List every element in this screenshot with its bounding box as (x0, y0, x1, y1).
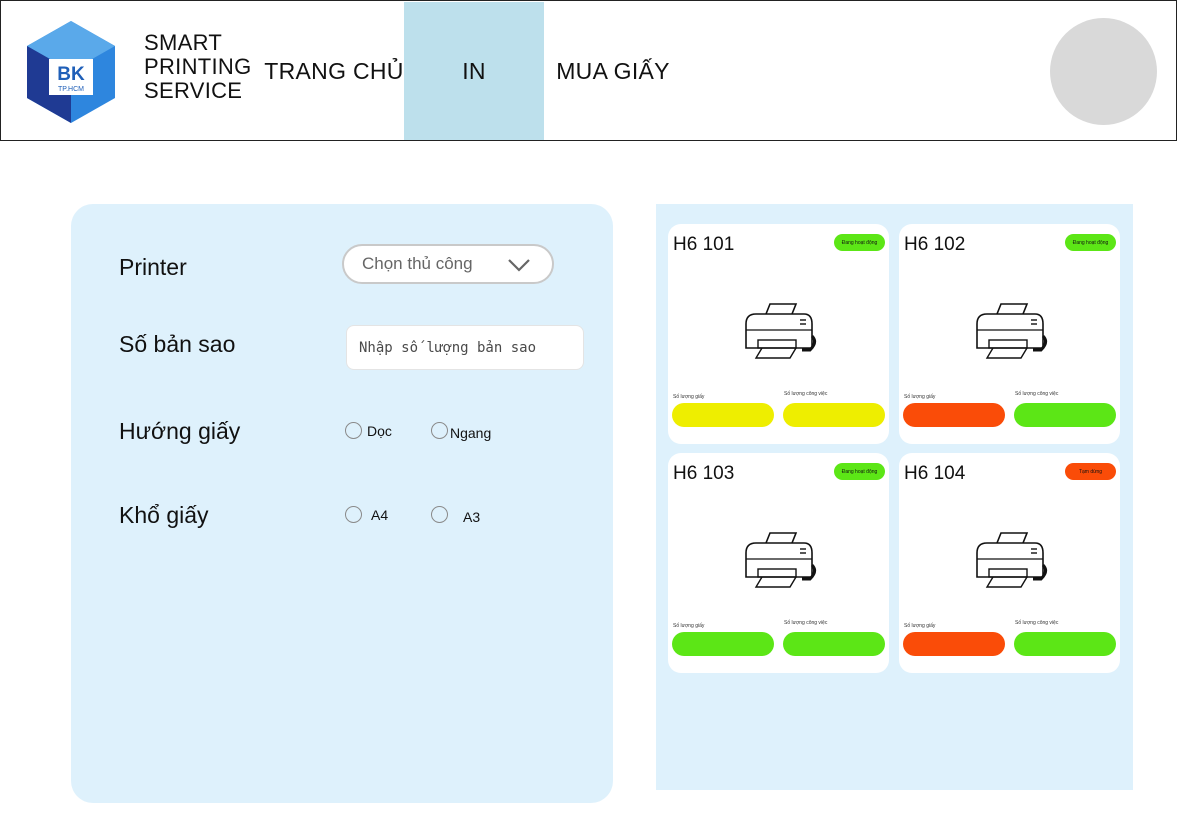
paper-count-label: Số lượng giấy (904, 394, 936, 400)
printer-icon (976, 532, 1048, 588)
top-header: BK TP.HCM SMART PRINTING SERVICE TRANG C… (0, 0, 1177, 141)
logo-text: BK (57, 64, 85, 85)
paper-size-label: Khổ giấy (119, 502, 209, 528)
orientation-landscape-radio[interactable]: Ngang (431, 422, 492, 441)
status-badge: Đang hoạt động (834, 234, 885, 251)
paper-size-a4-radio[interactable]: A4 (345, 506, 388, 523)
job-level-bar (783, 403, 885, 427)
brand-title: SMART PRINTING SERVICE (144, 31, 252, 103)
printer-icon (745, 303, 817, 359)
printer-icon (976, 303, 1048, 359)
brand-line-3: SERVICE (144, 78, 243, 103)
nav-print[interactable]: IN (404, 2, 544, 140)
paper-size-a3-radio[interactable]: A3 (431, 506, 481, 525)
radio-circle[interactable] (345, 422, 362, 439)
printer-select[interactable]: Chọn thủ công (342, 244, 554, 284)
paper-level-bar (903, 403, 1005, 427)
printer-name: H6 104 (904, 463, 966, 484)
printer-name: H6 101 (673, 234, 735, 255)
paper-level-bar (672, 403, 774, 427)
status-badge: Tạm dừng (1065, 463, 1116, 480)
job-count-label: Số lượng công việc (1015, 391, 1059, 397)
printer-icon (745, 532, 817, 588)
job-count-label: Số lượng công việc (784, 620, 828, 626)
printer-card[interactable]: H6 103 Đang hoạt động Số lượng giấy Số l… (668, 453, 889, 673)
printer-grid-panel: H6 101 Đang hoạt động Số lượng giấy Số l… (656, 204, 1133, 790)
job-level-bar (783, 632, 885, 656)
orientation-label: Hướng giấy (119, 418, 241, 444)
printer-label: Printer (119, 254, 187, 280)
status-badge: Đang hoạt động (834, 463, 885, 480)
copies-label: Số bản sao (119, 331, 236, 357)
user-avatar[interactable] (1050, 18, 1157, 125)
nav-buy-paper[interactable]: MUA GIẤY (544, 2, 682, 140)
paper-count-label: Số lượng giấy (904, 623, 936, 629)
printer-card[interactable]: H6 104 Tạm dừng Số lượng giấy Số lượng c… (899, 453, 1120, 673)
paper-size-a3-label: A3 (463, 508, 481, 525)
orientation-portrait-label: Dọc (367, 422, 392, 439)
paper-size-a4-label: A4 (371, 506, 389, 523)
bk-logo[interactable]: BK TP.HCM (18, 19, 124, 125)
nav-home[interactable]: TRANG CHỦ (263, 2, 405, 140)
radio-circle[interactable] (345, 506, 362, 523)
logo-subtext: TP.HCM (58, 86, 84, 93)
paper-count-label: Số lượng giấy (673, 394, 705, 400)
printer-card[interactable]: H6 101 Đang hoạt động Số lượng giấy Số l… (668, 224, 889, 444)
job-count-label: Số lượng công việc (1015, 620, 1059, 626)
brand-line-2: PRINTING (144, 54, 252, 79)
chevron-down-icon (508, 259, 530, 272)
radio-circle[interactable] (431, 422, 448, 439)
printer-name: H6 102 (904, 234, 966, 255)
print-form-panel: Printer Chọn thủ công Số bản sao Hướng g… (71, 204, 613, 803)
orientation-landscape-label: Ngang (450, 424, 492, 441)
job-level-bar (1014, 632, 1116, 656)
status-badge: Đang hoạt động (1065, 234, 1116, 251)
printer-name: H6 103 (673, 463, 735, 484)
paper-level-bar (672, 632, 774, 656)
job-level-bar (1014, 403, 1116, 427)
job-count-label: Số lượng công việc (784, 391, 828, 397)
brand-line-1: SMART (144, 30, 223, 55)
printer-select-value: Chọn thủ công (362, 254, 473, 273)
orientation-portrait-radio[interactable]: Dọc (345, 422, 392, 439)
radio-circle[interactable] (431, 506, 448, 523)
paper-count-label: Số lượng giấy (673, 623, 705, 629)
copies-input[interactable] (346, 325, 584, 370)
printer-card[interactable]: H6 102 Đang hoạt động Số lượng giấy Số l… (899, 224, 1120, 444)
paper-level-bar (903, 632, 1005, 656)
